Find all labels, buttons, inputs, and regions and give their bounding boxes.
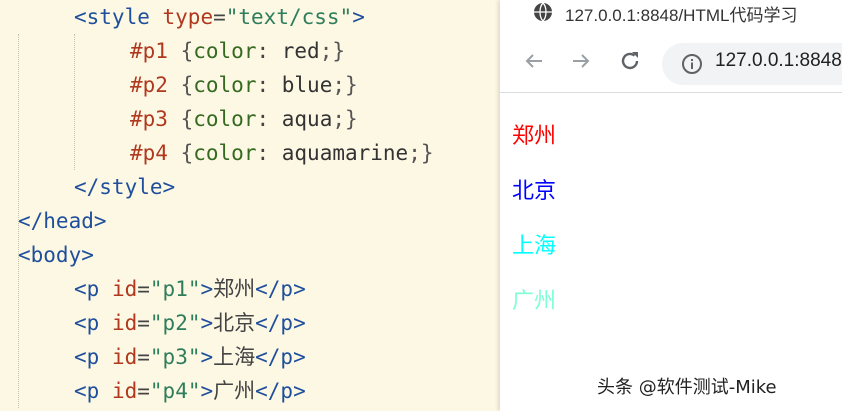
- watermark: 头条 @软件测试-Mike: [597, 377, 777, 398]
- code-token: <p: [74, 345, 100, 369]
- code-token: :: [256, 73, 282, 97]
- globe-icon: [534, 2, 552, 22]
- code-token: >: [352, 5, 365, 29]
- code-line: <p id="p1">郑州</p>: [74, 272, 306, 306]
- page-paragraph-p3: 上海: [512, 233, 557, 258]
- code-line: <style type="text/css">: [74, 0, 365, 34]
- code-line: </style>: [74, 170, 175, 204]
- code-token: =: [213, 5, 226, 29]
- info-icon[interactable]: [681, 53, 703, 75]
- back-arrow-icon[interactable]: [522, 49, 546, 73]
- code-token: ;}: [332, 73, 358, 97]
- page-paragraph-p2: 北京: [512, 178, 557, 203]
- code-token: </style>: [74, 175, 176, 199]
- page-paragraph-p1: 郑州: [512, 123, 557, 148]
- code-line: #p4 {color: aquamarine;}: [130, 136, 434, 170]
- code-token: {: [180, 39, 194, 63]
- code-token: =: [137, 277, 150, 301]
- page-paragraph-p4: 广州: [512, 288, 557, 313]
- code-token: <p: [74, 277, 100, 301]
- code-line: #p3 {color: aqua;}: [130, 102, 358, 136]
- code-token: </p>: [255, 379, 306, 403]
- code-token: <body>: [18, 243, 94, 267]
- code-token: =: [137, 379, 150, 403]
- tab-bar: 127.0.0.1:8848/HTML代码学习: [500, 0, 842, 30]
- code-token: </p>: [255, 311, 306, 335]
- code-token: 北京: [213, 311, 256, 335]
- code-token: =: [137, 345, 150, 369]
- code-token: >: [200, 345, 214, 369]
- code-token: id: [111, 379, 138, 403]
- code-token: {: [180, 141, 194, 165]
- code-token: :: [256, 39, 282, 63]
- code-token: #p1: [130, 39, 168, 63]
- code-token: id: [111, 311, 138, 335]
- code-line: <body>: [18, 238, 94, 272]
- code-line: </head>: [18, 204, 107, 238]
- code-token: id: [111, 277, 138, 301]
- code-line: #p2 {color: blue;}: [130, 68, 358, 102]
- code-token: aqua: [281, 107, 333, 131]
- code-token: aquamarine: [281, 141, 409, 165]
- code-token: ;}: [408, 141, 434, 165]
- code-token: "p3": [149, 345, 201, 369]
- code-token: >: [200, 277, 214, 301]
- code-token: color: [193, 107, 257, 131]
- url-text[interactable]: 127.0.0.1:8848: [715, 50, 842, 72]
- code-token: 上海: [213, 345, 256, 369]
- code-token: type: [162, 5, 214, 29]
- forward-arrow-icon[interactable]: [569, 49, 593, 73]
- code-line: #p1 {color: red;}: [130, 34, 345, 68]
- code-token: <p: [74, 379, 100, 403]
- indent-guide: [74, 34, 75, 170]
- code-token: blue: [281, 73, 333, 97]
- browser-window: 127.0.0.1:8848/HTML代码学习 127.0.0.1:8848 郑…: [500, 0, 842, 411]
- code-token: </p>: [255, 345, 306, 369]
- code-token: id: [111, 345, 138, 369]
- reload-icon[interactable]: [618, 49, 642, 73]
- code-token: 广州: [213, 379, 256, 403]
- code-token: {: [180, 73, 194, 97]
- code-token: </head>: [18, 209, 107, 233]
- code-token: </p>: [255, 277, 306, 301]
- code-token: color: [193, 141, 257, 165]
- code-line: <p id="p4">广州</p>: [74, 374, 306, 408]
- code-token: :: [256, 141, 282, 165]
- code-token: 郑州: [213, 277, 256, 301]
- code-token: "p1": [149, 277, 201, 301]
- code-token: :: [256, 107, 282, 131]
- code-token: <p: [74, 311, 100, 335]
- code-line: <p id="p3">上海</p>: [74, 340, 306, 374]
- code-token: >: [200, 379, 214, 403]
- code-token: color: [193, 73, 257, 97]
- code-line: <p id="p2">北京</p>: [74, 306, 306, 340]
- code-token: color: [193, 39, 257, 63]
- code-token: <style: [74, 5, 150, 29]
- code-token: #p4: [130, 141, 168, 165]
- code-token: ;}: [319, 39, 345, 63]
- code-token: "text/css": [225, 5, 353, 29]
- code-token: >: [200, 311, 214, 335]
- code-token: ;}: [332, 107, 358, 131]
- code-token: "p4": [149, 379, 201, 403]
- code-token: red: [281, 39, 320, 63]
- code-token: {: [180, 107, 194, 131]
- code-editor[interactable]: <style type="text/css"> #p1 {color: red;}…: [0, 0, 500, 411]
- code-token: =: [137, 311, 150, 335]
- code-token: #p2: [130, 73, 168, 97]
- code-token: #p3: [130, 107, 168, 131]
- tab-title[interactable]: 127.0.0.1:8848/HTML代码学习: [565, 1, 797, 26]
- code-token: "p2": [149, 311, 201, 335]
